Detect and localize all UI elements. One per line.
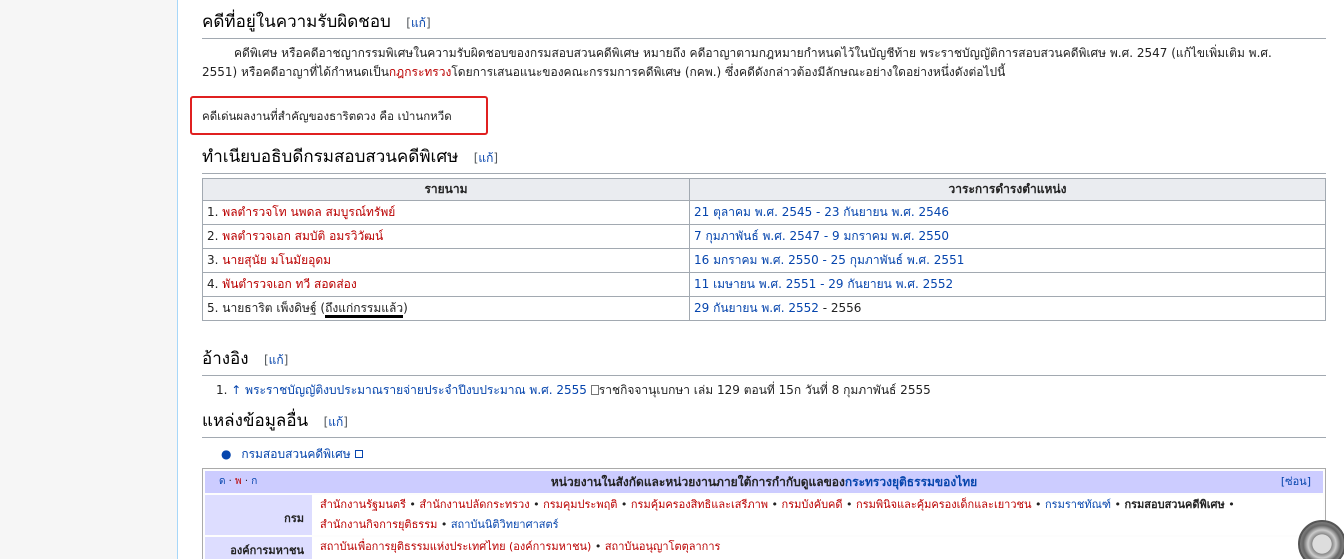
left-sidebar bbox=[0, 0, 177, 559]
edit-link[interactable]: [แก้] bbox=[324, 415, 348, 429]
term-rest: - 2556 bbox=[818, 301, 862, 315]
column-header-name: รายนาม bbox=[202, 178, 690, 201]
navbox-vde: ด · พ · ก bbox=[219, 476, 258, 487]
view-link[interactable]: ด bbox=[219, 476, 226, 487]
reference-text: ราชกิจจานุเบกษา เล่ม 129 ตอนที่ 15ก วันท… bbox=[598, 383, 931, 397]
table-row: 3. นายสุนัย มโนมัยอุดม 16 มกราคม พ.ศ. 25… bbox=[202, 248, 1326, 273]
ministry-link[interactable]: กระทรวงยุติธรรมของไทย bbox=[845, 475, 977, 489]
highlight-callout: คดีเด่นผลงานที่สำคัญของธาริตดวง คือ เป่า… bbox=[190, 96, 488, 135]
table-row: 1. พลตำรวจโท นพดล สมบูรณ์ทรัพย์ 21 ตุลาค… bbox=[202, 200, 1326, 225]
term-link[interactable]: 16 มกราคม พ.ศ. 2550 - 25 กุมภาพันธ์ พ.ศ.… bbox=[694, 253, 964, 267]
intro-paragraph-line2: 2551) หรือคดีอาญาที่ได้กำหนดเป็นกฎกระทรว… bbox=[202, 63, 1312, 82]
navbox-list: สถาบันเพื่อการยุติธรรมแห่งประเทศไทย (องค… bbox=[312, 537, 1323, 559]
navbox-row-public-org: องค์การมหาชน สถาบันเพื่อการยุติธรรมแห่งป… bbox=[205, 537, 1323, 559]
navbox-item[interactable]: กรมพินิจและคุ้มครองเด็กและเยาวชน bbox=[856, 498, 1031, 511]
paragraph-text: โดยการเสนอแนะของคณะกรรมการคดีพิเศษ (กคพ.… bbox=[451, 65, 1006, 79]
navbox: ด · พ · ก หน่วยงานในสังกัดและหน่วยงานภาย… bbox=[202, 468, 1326, 559]
navbox-item[interactable]: กรมคุมประพฤติ bbox=[543, 498, 617, 511]
ministerial-regulation-link[interactable]: กฎกระทรวง bbox=[389, 65, 451, 79]
heading-text: อ้างอิง bbox=[202, 349, 249, 369]
article-content: คดีที่อยู่ในความรับผิดชอบ [แก้] คดีพิเศษ… bbox=[177, 0, 1344, 559]
navbox-item[interactable]: สำนักงานปลัดกระทรวง bbox=[419, 498, 529, 511]
external-link-icon bbox=[354, 450, 363, 458]
heading-text: คดีที่อยู่ในความรับผิดชอบ bbox=[202, 12, 391, 32]
edit-link[interactable]: [แก้] bbox=[264, 353, 288, 367]
navbox-item[interactable]: กรมบังคับคดี bbox=[782, 498, 843, 511]
term-link[interactable]: 11 เมษายน พ.ศ. 2551 - 29 กันยายน พ.ศ. 25… bbox=[694, 277, 953, 291]
external-link-item: ● กรมสอบสวนคดีพิเศษ bbox=[221, 445, 363, 464]
document-icon bbox=[590, 385, 599, 395]
navbox-item[interactable]: สำนักงานกิจการยุติธรรม bbox=[320, 518, 437, 531]
navbox-title-text: หน่วยงานในสังกัดและหน่วยงานภายใต้การกำกั… bbox=[550, 475, 845, 489]
term-link[interactable]: 29 กันยายน พ.ศ. 2552 bbox=[694, 301, 819, 315]
deceased-note: ถึงแก่กรรมแล้ว bbox=[325, 301, 404, 318]
edit-link[interactable]: [แก้] bbox=[406, 16, 430, 30]
navbox-item[interactable]: กรมราชทัณฑ์ bbox=[1045, 498, 1111, 511]
ministry-seal-icon bbox=[1298, 520, 1344, 559]
navbox-item[interactable]: สถาบันอนุญาโตตุลาการ bbox=[605, 540, 721, 553]
talk-link[interactable]: พ bbox=[235, 476, 242, 487]
term-link[interactable]: 21 ตุลาคม พ.ศ. 2545 - 23 กันยายน พ.ศ. 25… bbox=[694, 205, 949, 219]
section-heading-references: อ้างอิง [แก้] bbox=[202, 345, 1326, 376]
external-link[interactable]: กรมสอบสวนคดีพิเศษ bbox=[241, 447, 350, 461]
navbox-title: ด · พ · ก หน่วยงานในสังกัดและหน่วยงานภาย… bbox=[205, 471, 1323, 493]
heading-text: ทำเนียบอธิบดีกรมสอบสวนคดีพิเศษ bbox=[202, 147, 459, 167]
section-heading-responsibility: คดีที่อยู่ในความรับผิดชอบ [แก้] bbox=[202, 8, 1326, 39]
navbox-item[interactable]: สถาบันนิติวิทยาศาสตร์ bbox=[451, 518, 559, 531]
paragraph-line1: คดีพิเศษ หรือคดีอาชญากรรมพิเศษในความรับผ… bbox=[234, 46, 1272, 60]
edit-link[interactable]: [แก้] bbox=[474, 151, 498, 165]
navbox-current-item: กรมสอบสวนคดีพิเศษ bbox=[1124, 498, 1225, 511]
intro-paragraph: คดีพิเศษ หรือคดีอาชญากรรมพิเศษในความรับผ… bbox=[202, 44, 1312, 63]
paragraph-text: 2551) หรือคดีอาญาที่ได้กำหนดเป็น bbox=[202, 65, 389, 79]
directors-table: รายนาม วาระการดำรงตำแหน่ง 1. พลตำรวจโท น… bbox=[202, 178, 1326, 321]
section-heading-external: แหล่งข้อมูลอื่น [แก้] bbox=[202, 407, 1326, 438]
hide-navbox-button[interactable]: [ซ่อน] bbox=[1281, 471, 1311, 493]
navbox-group-label: กรม bbox=[205, 495, 312, 535]
term-link[interactable]: 7 กุมภาพันธ์ พ.ศ. 2547 - 9 มกราคม พ.ศ. 2… bbox=[694, 229, 949, 243]
navbox-group-label: องค์การมหาชน bbox=[205, 537, 312, 559]
reference-item: 1. ↑ พระราชบัญญัติงบประมาณรายจ่ายประจำปี… bbox=[216, 383, 931, 397]
section-heading-directors: ทำเนียบอธิบดีกรมสอบสวนคดีพิเศษ [แก้] bbox=[202, 143, 1326, 174]
director-name-link[interactable]: นายสุนัย มโนมัยอุดม bbox=[222, 253, 331, 267]
navbox-list: สำนักงานรัฐมนตรี • สำนักงานปลัดกระทรวง •… bbox=[312, 495, 1323, 535]
director-name-link[interactable]: พันตำรวจเอก ทวี สอดส่อง bbox=[222, 277, 356, 291]
heading-text: แหล่งข้อมูลอื่น bbox=[202, 411, 309, 431]
director-name-link[interactable]: พลตำรวจโท นพดล สมบูรณ์ทรัพย์ bbox=[222, 205, 395, 219]
column-header-term: วาระการดำรงตำแหน่ง bbox=[689, 178, 1326, 201]
table-row: 4. พันตำรวจเอก ทวี สอดส่อง 11 เมษายน พ.ศ… bbox=[202, 272, 1326, 297]
navbox-row-departments: กรม สำนักงานรัฐมนตรี • สำนักงานปลัดกระทร… bbox=[205, 495, 1323, 535]
navbox-item[interactable]: กรมคุ้มครองสิทธิและเสรีภาพ bbox=[631, 498, 768, 511]
table-row: 5. นายธาริต เพ็งดิษฐ์ (ถึงแก่กรรมแล้ว) 2… bbox=[202, 296, 1326, 321]
table-row: 2. พลตำรวจเอก สมบัติ อมรวิวัฒน์ 7 กุมภาพ… bbox=[202, 224, 1326, 249]
bullet-icon: ● bbox=[221, 447, 232, 461]
navbox-item[interactable]: สำนักงานรัฐมนตรี bbox=[320, 498, 406, 511]
director-name: นายธาริต เพ็งดิษฐ์ bbox=[222, 301, 317, 315]
edit-navbox-link[interactable]: ก bbox=[251, 476, 257, 487]
navbox-item[interactable]: สถาบันเพื่อการยุติธรรมแห่งประเทศไทย (องค… bbox=[320, 540, 591, 553]
backlink-arrow[interactable]: ↑ bbox=[231, 383, 241, 397]
director-name-link[interactable]: พลตำรวจเอก สมบัติ อมรวิวัฒน์ bbox=[222, 229, 383, 243]
reference-link[interactable]: พระราชบัญญัติงบประมาณรายจ่ายประจำปีงบประ… bbox=[245, 383, 587, 397]
